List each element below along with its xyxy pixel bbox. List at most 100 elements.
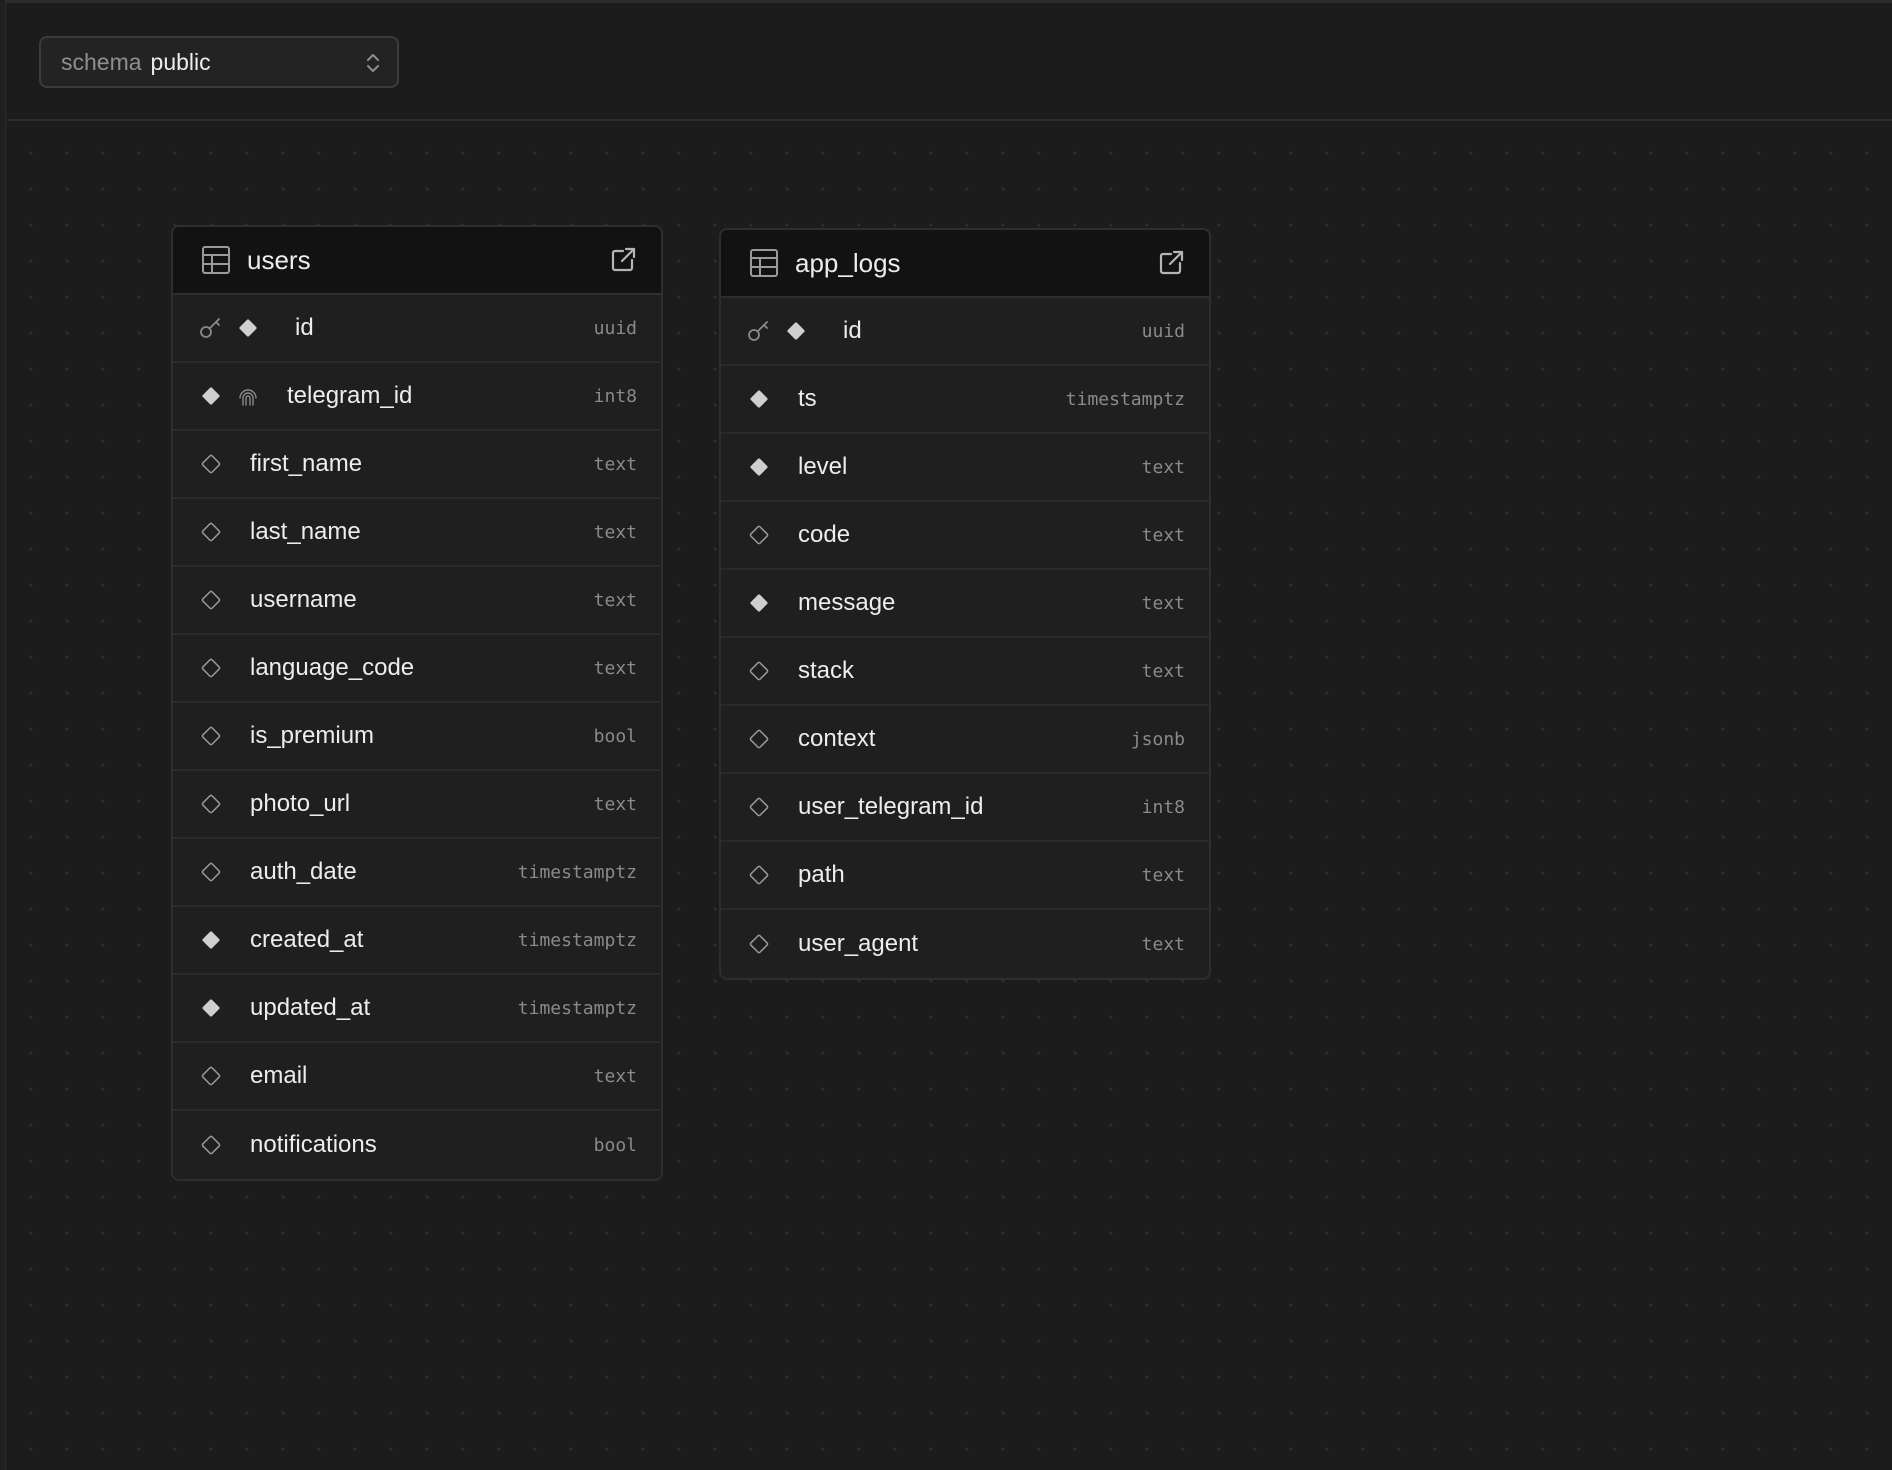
column-name: user_agent xyxy=(798,930,919,957)
filled-diamond-icon xyxy=(202,931,220,949)
external-link-icon[interactable] xyxy=(609,246,637,274)
column-icons xyxy=(199,520,236,544)
schema-select[interactable]: schema public xyxy=(39,36,399,88)
column-row[interactable]: first_name text xyxy=(173,431,661,499)
column-icons xyxy=(747,727,784,751)
column-row[interactable]: user_telegram_id int8 xyxy=(721,774,1209,842)
column-type: timestamptz xyxy=(517,861,637,883)
column-type: text xyxy=(1141,864,1185,886)
column-row[interactable]: code text xyxy=(721,502,1209,570)
column-row[interactable]: stack text xyxy=(721,638,1209,706)
column-name: code xyxy=(798,521,851,548)
filled-diamond-icon xyxy=(750,594,768,612)
column-type: text xyxy=(1141,524,1185,546)
column-type: text xyxy=(593,589,637,611)
filled-diamond-icon xyxy=(787,322,805,340)
column-name: notifications xyxy=(250,1131,377,1158)
column-type: int8 xyxy=(593,385,637,407)
column-type: text xyxy=(593,1065,637,1087)
column-row[interactable]: username text xyxy=(173,567,661,635)
column-row[interactable]: level text xyxy=(721,434,1209,502)
column-type: int8 xyxy=(1141,796,1185,818)
column-name: is_premium xyxy=(250,722,375,749)
column-type: bool xyxy=(593,725,637,747)
column-row[interactable]: context jsonb xyxy=(721,706,1209,774)
outline-diamond-icon xyxy=(749,661,769,681)
outline-diamond-icon xyxy=(201,794,221,814)
column-row[interactable]: path text xyxy=(721,842,1209,910)
outline-diamond-icon xyxy=(201,454,221,474)
schema-select-label: schema xyxy=(61,48,142,75)
column-row[interactable]: user_agent text xyxy=(721,910,1209,978)
filled-diamond-icon xyxy=(202,999,220,1017)
outline-diamond-icon xyxy=(201,1135,221,1155)
left-border xyxy=(0,0,6,1470)
key-icon xyxy=(748,321,768,341)
table-card-app-logs[interactable]: app_logs id uuid ts timestamptz level text cod… xyxy=(719,228,1211,980)
column-row[interactable]: ts timestamptz xyxy=(721,366,1209,434)
column-icons xyxy=(747,319,821,343)
outline-diamond-icon xyxy=(749,525,769,545)
column-row[interactable]: created_at timestamptz xyxy=(173,907,661,975)
column-row[interactable]: email text xyxy=(173,1043,661,1111)
column-type: text xyxy=(593,521,637,543)
external-link-icon[interactable] xyxy=(1157,249,1185,277)
column-icons xyxy=(199,724,236,748)
column-row[interactable]: message text xyxy=(721,570,1209,638)
column-name: path xyxy=(798,861,845,888)
filled-diamond-icon xyxy=(750,390,768,408)
column-row[interactable]: language_code text xyxy=(173,635,661,703)
column-name: last_name xyxy=(250,518,361,545)
column-icons xyxy=(747,591,784,615)
chevron-up-down-icon xyxy=(367,54,379,72)
toolbar: schema public xyxy=(7,3,1892,121)
column-row[interactable]: photo_url text xyxy=(173,771,661,839)
column-icons xyxy=(199,452,236,476)
column-icons xyxy=(747,455,784,479)
column-name: auth_date xyxy=(250,858,357,885)
key-icon xyxy=(200,318,220,338)
column-list: id uuid ts timestamptz level text code text mess… xyxy=(721,298,1209,978)
table-title: users xyxy=(247,244,311,275)
outline-diamond-icon xyxy=(749,797,769,817)
schema-select-value: public xyxy=(150,48,211,75)
column-type: uuid xyxy=(1141,320,1185,342)
column-icons xyxy=(747,659,784,683)
column-name: telegram_id xyxy=(287,382,413,409)
table-header: app_logs xyxy=(721,230,1209,298)
column-name: photo_url xyxy=(250,790,351,817)
column-row[interactable]: notifications bool xyxy=(173,1111,661,1179)
outline-diamond-icon xyxy=(749,729,769,749)
column-name: username xyxy=(250,586,357,613)
column-row[interactable]: updated_at timestamptz xyxy=(173,975,661,1043)
column-icons xyxy=(199,928,236,952)
column-name: created_at xyxy=(250,926,364,953)
diagram-canvas[interactable]: users id uuid telegram_id int8 first_name tex… xyxy=(7,121,1892,1470)
column-list: id uuid telegram_id int8 first_name text last_… xyxy=(173,295,661,1179)
column-name: id xyxy=(295,314,314,341)
column-row[interactable]: id uuid xyxy=(721,298,1209,366)
schema-visualizer: schema public users id uuid telegram_id … xyxy=(0,0,1892,1470)
outline-diamond-icon xyxy=(201,590,221,610)
column-row[interactable]: telegram_id int8 xyxy=(173,363,661,431)
column-name: user_telegram_id xyxy=(798,793,984,820)
outline-diamond-icon xyxy=(749,865,769,885)
column-type: bool xyxy=(593,1134,637,1156)
outline-diamond-icon xyxy=(201,726,221,746)
column-type: text xyxy=(593,453,637,475)
column-icons xyxy=(199,588,236,612)
column-row[interactable]: auth_date timestamptz xyxy=(173,839,661,907)
table-card-users[interactable]: users id uuid telegram_id int8 first_name tex… xyxy=(171,225,663,1181)
fingerprint-icon xyxy=(239,389,257,406)
column-icons xyxy=(199,656,236,680)
column-name: context xyxy=(798,725,876,752)
column-type: text xyxy=(593,657,637,679)
table-icon xyxy=(750,249,778,277)
column-row[interactable]: id uuid xyxy=(173,295,661,363)
column-name: level xyxy=(798,453,848,480)
column-name: message xyxy=(798,589,896,616)
column-row[interactable]: last_name text xyxy=(173,499,661,567)
column-name: updated_at xyxy=(250,994,371,1021)
column-row[interactable]: is_premium bool xyxy=(173,703,661,771)
column-type: timestamptz xyxy=(517,997,637,1019)
